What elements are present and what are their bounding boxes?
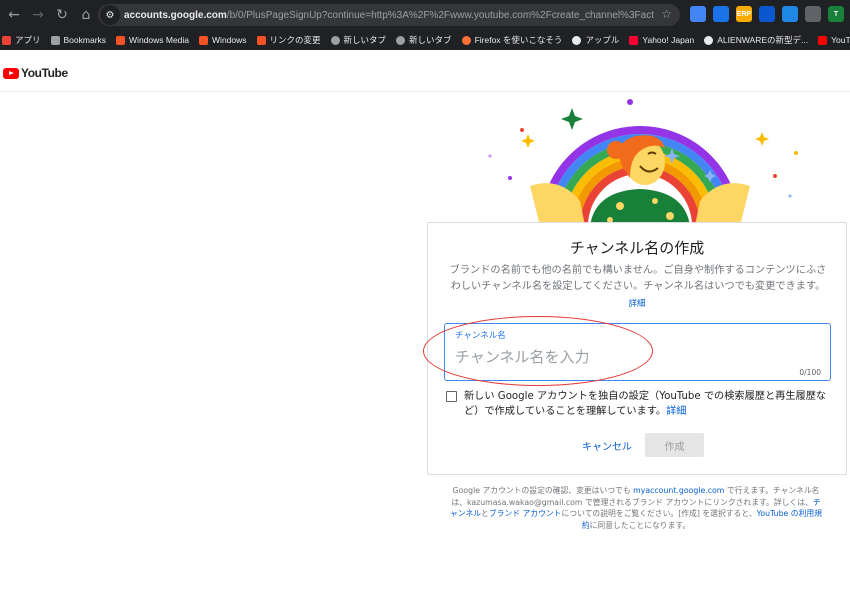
create-channel-card: チャンネル名の作成 ブランドの名前でも他の名前でも構いません。ご自身や制作するコ… bbox=[423, 222, 847, 475]
bookmark-label: 新しいタブ bbox=[343, 35, 387, 45]
character-counter: 0/100 bbox=[799, 368, 821, 377]
bookmark-label: Yahoo! Japan bbox=[642, 35, 695, 45]
bookmark-item[interactable]: Yahoo! Japan bbox=[629, 35, 694, 45]
apps-icon bbox=[2, 35, 11, 45]
bookmark-item[interactable]: ALIENWAREの新型デ... bbox=[704, 34, 808, 46]
footer-text-3: についての説明をご覧ください。[作成] を選択すると、 bbox=[561, 509, 757, 518]
cancel-button[interactable]: キャンセル bbox=[574, 433, 640, 457]
consent-label: 新しい Google アカウントを独自の設定（YouTube での検索履歴と再生… bbox=[464, 391, 827, 417]
url-path: /b/0/PlusPageSignUp?continue=http%3A%2F%… bbox=[226, 9, 654, 21]
bookmark-label: リンクの変更 bbox=[269, 35, 321, 45]
star-icon bbox=[50, 35, 60, 45]
globe-icon bbox=[396, 35, 406, 45]
footer-text-4: に同意したことになります。 bbox=[589, 520, 691, 530]
bookmark-label: Windows Media bbox=[129, 35, 190, 45]
extensions-area: ERP T bbox=[690, 6, 844, 22]
firefox-icon bbox=[461, 35, 471, 45]
home-icon[interactable]: ⌂ bbox=[74, 3, 98, 27]
back-icon[interactable]: ← bbox=[2, 3, 26, 27]
bookmark-label: YouTube bbox=[831, 35, 850, 45]
t-extension-icon[interactable]: T bbox=[828, 6, 844, 22]
consent-checkbox[interactable] bbox=[446, 391, 457, 402]
reload-icon[interactable]: ↻ bbox=[50, 3, 74, 27]
google-icon bbox=[704, 35, 714, 45]
address-bar[interactable]: ⚙ accounts.google.com/b/0/PlusPageSignUp… bbox=[98, 4, 680, 26]
footer-note: Google アカウントの設定の確認、変更はいつでも myaccount.goo… bbox=[450, 485, 822, 531]
myaccount-link[interactable]: myaccount.google.com bbox=[633, 486, 724, 495]
consent-details-link[interactable]: 詳細 bbox=[666, 406, 686, 417]
card-title: チャンネル名の作成 bbox=[569, 239, 705, 257]
yahoo-icon bbox=[629, 35, 639, 45]
bookmark-item[interactable]: リンクの変更 bbox=[256, 34, 321, 46]
footer-and-text: と bbox=[481, 509, 489, 518]
url-host: accounts.google.com bbox=[124, 9, 227, 21]
youtube-icon bbox=[818, 35, 828, 45]
brand-account-link[interactable]: ブランド アカウント bbox=[489, 509, 562, 518]
consent-text: 新しい Google アカウントを独自の設定（YouTube での検索履歴と再生… bbox=[464, 389, 834, 419]
dropbox-extension-icon[interactable] bbox=[759, 6, 775, 22]
bookmark-item[interactable]: Firefox を使いこなそう bbox=[461, 34, 563, 46]
address-text[interactable]: accounts.google.com/b/0/PlusPageSignUp?c… bbox=[124, 10, 654, 21]
footer-text-1: Google アカウントの設定の確認、変更はいつでも bbox=[452, 486, 634, 495]
bookmark-item[interactable]: Bookmarks bbox=[50, 35, 107, 45]
learn-more-link: 詳細 bbox=[428, 297, 846, 309]
windows-icon bbox=[199, 35, 209, 45]
bookmark-label: アプリ bbox=[15, 35, 41, 45]
erp-extension-icon[interactable]: ERP bbox=[736, 6, 752, 22]
globe-icon bbox=[330, 35, 340, 45]
site-info-icon[interactable]: ⚙ bbox=[100, 5, 120, 25]
bookmark-label: Firefox を使いこなそう bbox=[474, 35, 563, 45]
media-extension-icon[interactable] bbox=[782, 6, 798, 22]
rainbow-character-illustration bbox=[488, 99, 798, 226]
globe-icon bbox=[572, 35, 582, 45]
bookmark-label: アップル bbox=[585, 35, 620, 45]
page-header: YouTube bbox=[0, 50, 850, 92]
channel-name-field[interactable]: チャンネル名 0/100 bbox=[444, 323, 831, 381]
windows-icon bbox=[256, 35, 266, 45]
learn-more-text[interactable]: 詳細 bbox=[628, 299, 645, 309]
windows-icon bbox=[116, 35, 126, 45]
channel-name-label: チャンネル名 bbox=[455, 331, 506, 341]
bookmark-label: Bookmarks bbox=[63, 35, 107, 45]
bookmark-item[interactable]: 新しいタブ bbox=[396, 34, 452, 46]
bookmark-label: ALIENWAREの新型デ... bbox=[717, 35, 809, 45]
bookmark-item[interactable]: アプリ bbox=[2, 34, 41, 46]
browser-toolbar: ← → ↻ ⌂ ⚙ accounts.google.com/b/0/PlusPa… bbox=[0, 0, 850, 30]
bookmark-label: Windows bbox=[212, 35, 247, 45]
bookmarks-bar: アプリ Bookmarks Windows Media Windows リンクの変更 新し… bbox=[0, 30, 850, 50]
bookmark-item[interactable]: Windows bbox=[199, 35, 247, 45]
bookmark-item[interactable]: Windows Media bbox=[116, 35, 189, 45]
card-description: ブランドの名前でも他の名前でも構いません。ご自身や制作するコンテンツにふさわしい… bbox=[449, 265, 827, 292]
youtube-play-icon bbox=[3, 67, 19, 79]
create-button[interactable]: 作成 bbox=[645, 433, 704, 457]
forward-icon[interactable]: → bbox=[26, 3, 50, 27]
youtube-logo-text: YouTube bbox=[21, 66, 68, 80]
youtube-logo[interactable]: YouTube bbox=[3, 66, 68, 80]
translate-extension-icon[interactable] bbox=[690, 6, 706, 22]
bookmark-item[interactable]: アップル bbox=[572, 34, 619, 46]
bookmark-item[interactable]: YouTube bbox=[818, 35, 850, 45]
bookmark-star-icon[interactable]: ☆ bbox=[661, 7, 672, 21]
bookmark-label: 新しいタブ bbox=[409, 35, 452, 45]
bookmark-item[interactable]: 新しいタブ bbox=[330, 34, 387, 46]
channel-name-input[interactable] bbox=[455, 344, 795, 370]
window-extension-icon[interactable] bbox=[713, 6, 729, 22]
page-extension-icon[interactable] bbox=[805, 6, 821, 22]
